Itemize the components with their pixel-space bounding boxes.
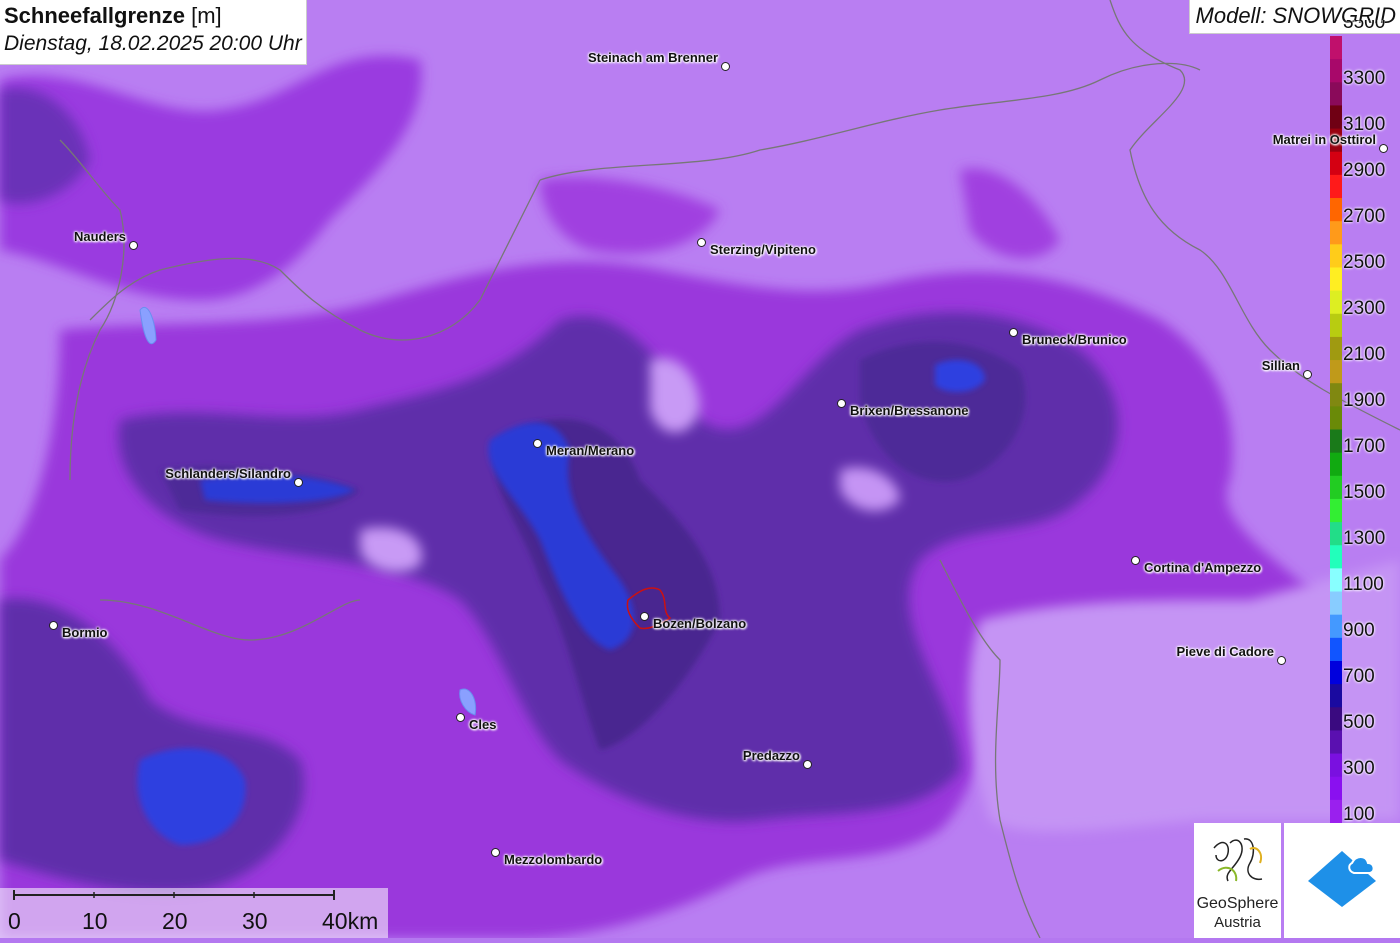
legend-swatch — [1330, 383, 1342, 407]
city-marker[interactable] — [129, 241, 138, 250]
legend-label: 1700 — [1343, 436, 1386, 457]
map-title-box: Schneefallgrenze [m] Dienstag, 18.02.202… — [0, 0, 307, 65]
city-label: Sillian — [1261, 358, 1300, 373]
map-unit: [m] — [191, 3, 222, 28]
legend-swatch — [1330, 244, 1342, 268]
legend-swatch — [1330, 475, 1342, 500]
city-label: Meran/Merano — [546, 443, 635, 458]
legend-swatch — [1330, 336, 1342, 361]
legend-label: 2700 — [1343, 206, 1386, 227]
legend-swatch — [1330, 730, 1342, 755]
legend-label: 1900 — [1343, 390, 1386, 411]
legend-label: 3300 — [1343, 68, 1386, 89]
city-marker[interactable] — [837, 399, 846, 408]
city-marker[interactable] — [640, 612, 649, 621]
legend-colorbar — [1330, 36, 1342, 824]
legend-swatch — [1330, 313, 1342, 338]
city-label: Bozen/Bolzano — [653, 616, 747, 631]
legend-swatch — [1330, 522, 1342, 546]
map-title: Schneefallgrenze — [4, 3, 185, 28]
legend-label: 3500 — [1343, 20, 1386, 33]
city-marker[interactable] — [803, 760, 812, 769]
legend-label: 2100 — [1343, 344, 1386, 365]
city-label: Schlanders/Silandro — [165, 466, 291, 481]
city-marker[interactable] — [456, 713, 465, 722]
city-label: Cortina d'Ampezzo — [1144, 560, 1262, 575]
app-logo[interactable] — [1284, 823, 1400, 938]
legend-swatch — [1330, 776, 1342, 801]
scale-tick-label: 0 — [8, 908, 21, 934]
legend-swatch — [1330, 614, 1342, 639]
legend-swatch — [1330, 406, 1342, 430]
city-marker[interactable] — [1379, 144, 1388, 153]
legend-swatch — [1330, 59, 1342, 83]
scale-tick-label: 30 — [242, 908, 268, 934]
legend-swatch — [1330, 568, 1342, 593]
legend-label: 2500 — [1343, 252, 1386, 273]
city-marker[interactable] — [697, 238, 706, 247]
legend-swatch — [1330, 637, 1342, 662]
legend-swatch — [1330, 429, 1342, 454]
city-marker[interactable] — [1009, 328, 1018, 337]
geosphere-logo[interactable]: GeoSphere Austria — [1194, 823, 1281, 938]
city-marker[interactable] — [721, 62, 730, 71]
legend-swatch — [1330, 82, 1342, 106]
legend-label: 1500 — [1343, 482, 1386, 503]
legend-label: 1100 — [1343, 574, 1384, 595]
legend-label: 2900 — [1343, 160, 1386, 181]
legend-swatch — [1330, 452, 1342, 477]
city-label: Pieve di Cadore — [1176, 644, 1274, 659]
scale-tick-label: 20 — [162, 908, 188, 934]
legend-swatch — [1330, 36, 1342, 60]
legend-swatch — [1330, 151, 1342, 176]
legend-swatch — [1330, 707, 1342, 731]
legend-swatch — [1330, 105, 1342, 130]
legend-swatch — [1330, 799, 1342, 824]
legend-swatch — [1330, 591, 1342, 616]
city-label: Brixen/Bressanone — [850, 403, 969, 418]
legend-swatch — [1330, 753, 1342, 778]
legend-swatch — [1330, 684, 1342, 708]
geosphere-logo-line1: GeoSphere — [1196, 895, 1279, 912]
legend-swatch — [1330, 290, 1342, 315]
city-label: Nauders — [73, 229, 126, 244]
city-marker[interactable] — [533, 439, 542, 448]
city-label: Sterzing/Vipiteno — [710, 242, 816, 257]
legend-swatch — [1330, 198, 1342, 222]
scale-tick-label: 40km — [322, 908, 379, 934]
city-marker[interactable] — [1277, 656, 1286, 665]
city-label: Mezzolombardo — [504, 852, 603, 867]
legend-label: 900 — [1343, 620, 1375, 641]
city-marker[interactable] — [1131, 556, 1140, 565]
legend-label: 500 — [1343, 712, 1375, 733]
legend-label: 2300 — [1343, 298, 1386, 319]
legend-swatch — [1330, 267, 1342, 292]
legend-swatch — [1330, 498, 1342, 523]
map-datetime: Dienstag, 18.02.2025 20:00 Uhr — [4, 32, 302, 55]
legend-swatch — [1330, 174, 1342, 199]
city-marker[interactable] — [294, 478, 303, 487]
legend-swatch — [1330, 221, 1342, 245]
legend-label: 300 — [1343, 758, 1375, 779]
legend-label: 3100 — [1343, 114, 1386, 135]
city-label: Predazzo — [742, 748, 800, 763]
city-marker[interactable] — [49, 621, 58, 630]
legend-label: 700 — [1343, 666, 1375, 687]
legend-swatch — [1330, 360, 1342, 384]
legend-swatch — [1330, 545, 1342, 569]
app-logo-icon — [1308, 851, 1376, 907]
legend-label: 1300 — [1343, 528, 1386, 549]
city-label: Steinach am Brenner — [587, 50, 718, 65]
geosphere-logo-icon — [1213, 838, 1263, 882]
legend-swatch — [1330, 660, 1342, 685]
city-label: Cles — [469, 717, 497, 732]
city-marker[interactable] — [491, 848, 500, 857]
geosphere-logo-line2: Austria — [1214, 914, 1261, 931]
scale-tick-label: 10 — [82, 908, 108, 934]
city-label: Bormio — [62, 625, 108, 640]
city-marker[interactable] — [1303, 370, 1312, 379]
city-label: Bruneck/Brunico — [1022, 332, 1127, 347]
